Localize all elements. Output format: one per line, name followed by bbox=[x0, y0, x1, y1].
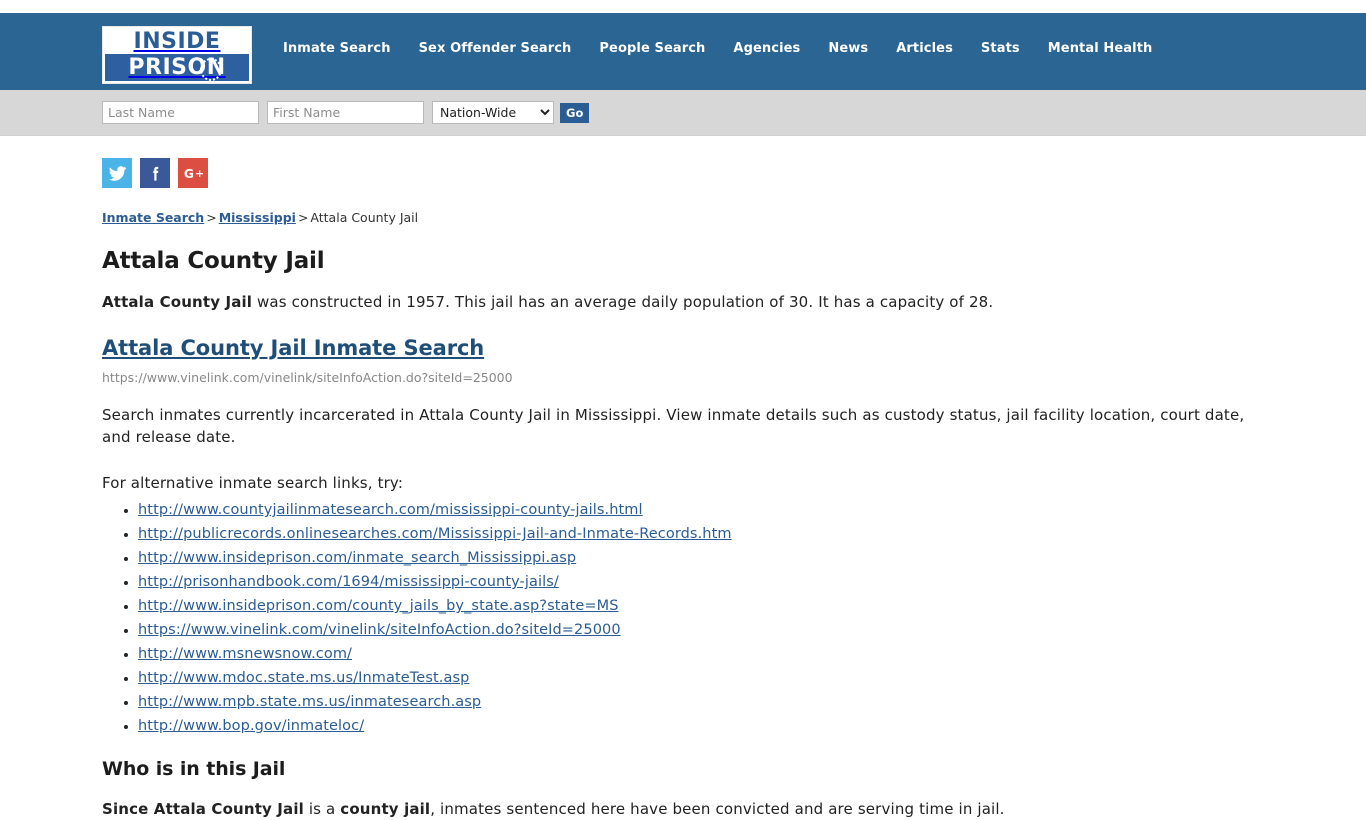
alt-link[interactable]: http://www.bop.gov/inmateloc/ bbox=[138, 718, 364, 734]
alternative-links-list: http://www.countyjailinmatesearch.com/mi… bbox=[102, 499, 1276, 736]
site-header: INSIDE PRISON Inmate Search Sex Offender… bbox=[0, 13, 1366, 90]
alt-link[interactable]: http://prisonhandbook.com/1694/mississip… bbox=[138, 574, 559, 590]
breadcrumb-link-mississippi[interactable]: Mississippi bbox=[219, 210, 296, 225]
svg-text:+: + bbox=[195, 168, 204, 180]
logo-text-inside: INSIDE bbox=[133, 28, 221, 54]
alt-link[interactable]: http://www.mdoc.state.ms.us/InmateTest.a… bbox=[138, 670, 469, 686]
list-item: http://www.countyjailinmatesearch.com/mi… bbox=[138, 499, 1276, 520]
list-item: http://www.mdoc.state.ms.us/InmateTest.a… bbox=[138, 667, 1276, 688]
nav-item-people-search[interactable]: People Search bbox=[599, 41, 705, 56]
breadcrumb-current: Attala County Jail bbox=[310, 210, 419, 225]
page-title: Attala County Jail bbox=[102, 248, 325, 274]
page-content: G + Inmate Search > Mississippi > Attala Cou… bbox=[0, 136, 1366, 820]
nav-item-mental-health[interactable]: Mental Health bbox=[1048, 41, 1153, 56]
inmate-search-heading: Attala County Jail Inmate Search bbox=[102, 333, 1276, 361]
list-item: https://www.vinelink.com/vinelink/siteIn… bbox=[138, 619, 1276, 640]
alt-link[interactable]: http://www.insideprison.com/county_jails… bbox=[138, 598, 619, 614]
nav-item-inmate-search[interactable]: Inmate Search bbox=[283, 41, 391, 56]
social-share-row: G + bbox=[102, 158, 1276, 188]
last-name-input[interactable] bbox=[102, 101, 259, 124]
alt-link[interactable]: http://www.mpb.state.ms.us/inmatesearch.… bbox=[138, 694, 481, 710]
top-white-strip bbox=[0, 0, 1366, 13]
go-button[interactable]: Go bbox=[560, 102, 590, 123]
list-item: http://prisonhandbook.com/1694/mississip… bbox=[138, 571, 1276, 592]
inmate-search-link[interactable]: Attala County Jail Inmate Search bbox=[102, 336, 484, 360]
alt-link[interactable]: http://www.msnewsnow.com/ bbox=[138, 646, 352, 662]
search-scope-select[interactable]: Nation-Wide bbox=[432, 101, 554, 124]
nav-item-agencies[interactable]: Agencies bbox=[733, 41, 800, 56]
logo-top-row: INSIDE bbox=[105, 29, 249, 54]
breadcrumb-link-inmate-search[interactable]: Inmate Search bbox=[102, 210, 204, 225]
nav-item-articles[interactable]: Articles bbox=[896, 41, 953, 56]
jail-summary-paragraph: Attala County Jail was constructed in 19… bbox=[102, 292, 1276, 313]
alt-link[interactable]: http://www.countyjailinmatesearch.com/mi… bbox=[138, 502, 643, 518]
site-logo[interactable]: INSIDE PRISON bbox=[102, 26, 252, 84]
search-description-paragraph: Search inmates currently incarcerated in… bbox=[102, 406, 1245, 446]
google-plus-icon[interactable]: G + bbox=[178, 158, 208, 188]
svg-text:G: G bbox=[183, 166, 193, 180]
first-name-input[interactable] bbox=[267, 101, 424, 124]
who-bold-jail-name: Since Attala County Jail bbox=[102, 800, 304, 818]
jail-name-bold: Attala County Jail bbox=[102, 293, 253, 311]
alt-links-intro: For alternative inmate search links, try… bbox=[102, 474, 404, 492]
breadcrumb-separator: > bbox=[297, 210, 309, 225]
who-text-mid: is a bbox=[303, 800, 341, 818]
alt-link[interactable]: http://publicrecords.onlinesearches.com/… bbox=[138, 526, 732, 542]
facebook-icon[interactable] bbox=[140, 158, 170, 188]
logo-bottom-row: PRISON bbox=[105, 54, 249, 81]
who-is-in-this-jail-paragraph: Since Attala County Jail is a county jai… bbox=[102, 798, 1276, 820]
breadcrumb-separator: > bbox=[206, 210, 217, 225]
who-text-end: , inmates sentenced here have been convi… bbox=[430, 800, 1005, 818]
who-bold-county-jail: county jail bbox=[340, 800, 431, 818]
main-navigation: Inmate Search Sex Offender Search People… bbox=[283, 41, 1152, 56]
barbed-wire-circle-icon bbox=[200, 58, 222, 81]
twitter-icon[interactable] bbox=[102, 158, 132, 188]
list-item: http://www.insideprison.com/inmate_searc… bbox=[138, 547, 1276, 568]
who-is-in-this-jail-heading: Who is in this Jail bbox=[102, 758, 286, 780]
inmate-search-url: https://www.vinelink.com/vinelink/siteIn… bbox=[102, 370, 513, 385]
nav-item-stats[interactable]: Stats bbox=[981, 41, 1020, 56]
list-item: http://publicrecords.onlinesearches.com/… bbox=[138, 523, 1276, 544]
list-item: http://www.bop.gov/inmateloc/ bbox=[138, 715, 1276, 736]
nav-item-sex-offender-search[interactable]: Sex Offender Search bbox=[419, 41, 572, 56]
alt-link[interactable]: http://www.insideprison.com/inmate_searc… bbox=[138, 550, 576, 566]
nav-item-news[interactable]: News bbox=[828, 41, 868, 56]
jail-summary-text: was constructed in 1957. This jail has a… bbox=[252, 293, 994, 311]
list-item: http://www.msnewsnow.com/ bbox=[138, 643, 1276, 664]
alt-link[interactable]: https://www.vinelink.com/vinelink/siteIn… bbox=[138, 622, 621, 638]
breadcrumb: Inmate Search > Mississippi > Attala County … bbox=[102, 210, 1276, 226]
list-item: http://www.mpb.state.ms.us/inmatesearch.… bbox=[138, 691, 1276, 712]
quick-search-bar: Nation-Wide Go bbox=[0, 90, 1366, 136]
list-item: http://www.insideprison.com/county_jails… bbox=[138, 595, 1276, 616]
